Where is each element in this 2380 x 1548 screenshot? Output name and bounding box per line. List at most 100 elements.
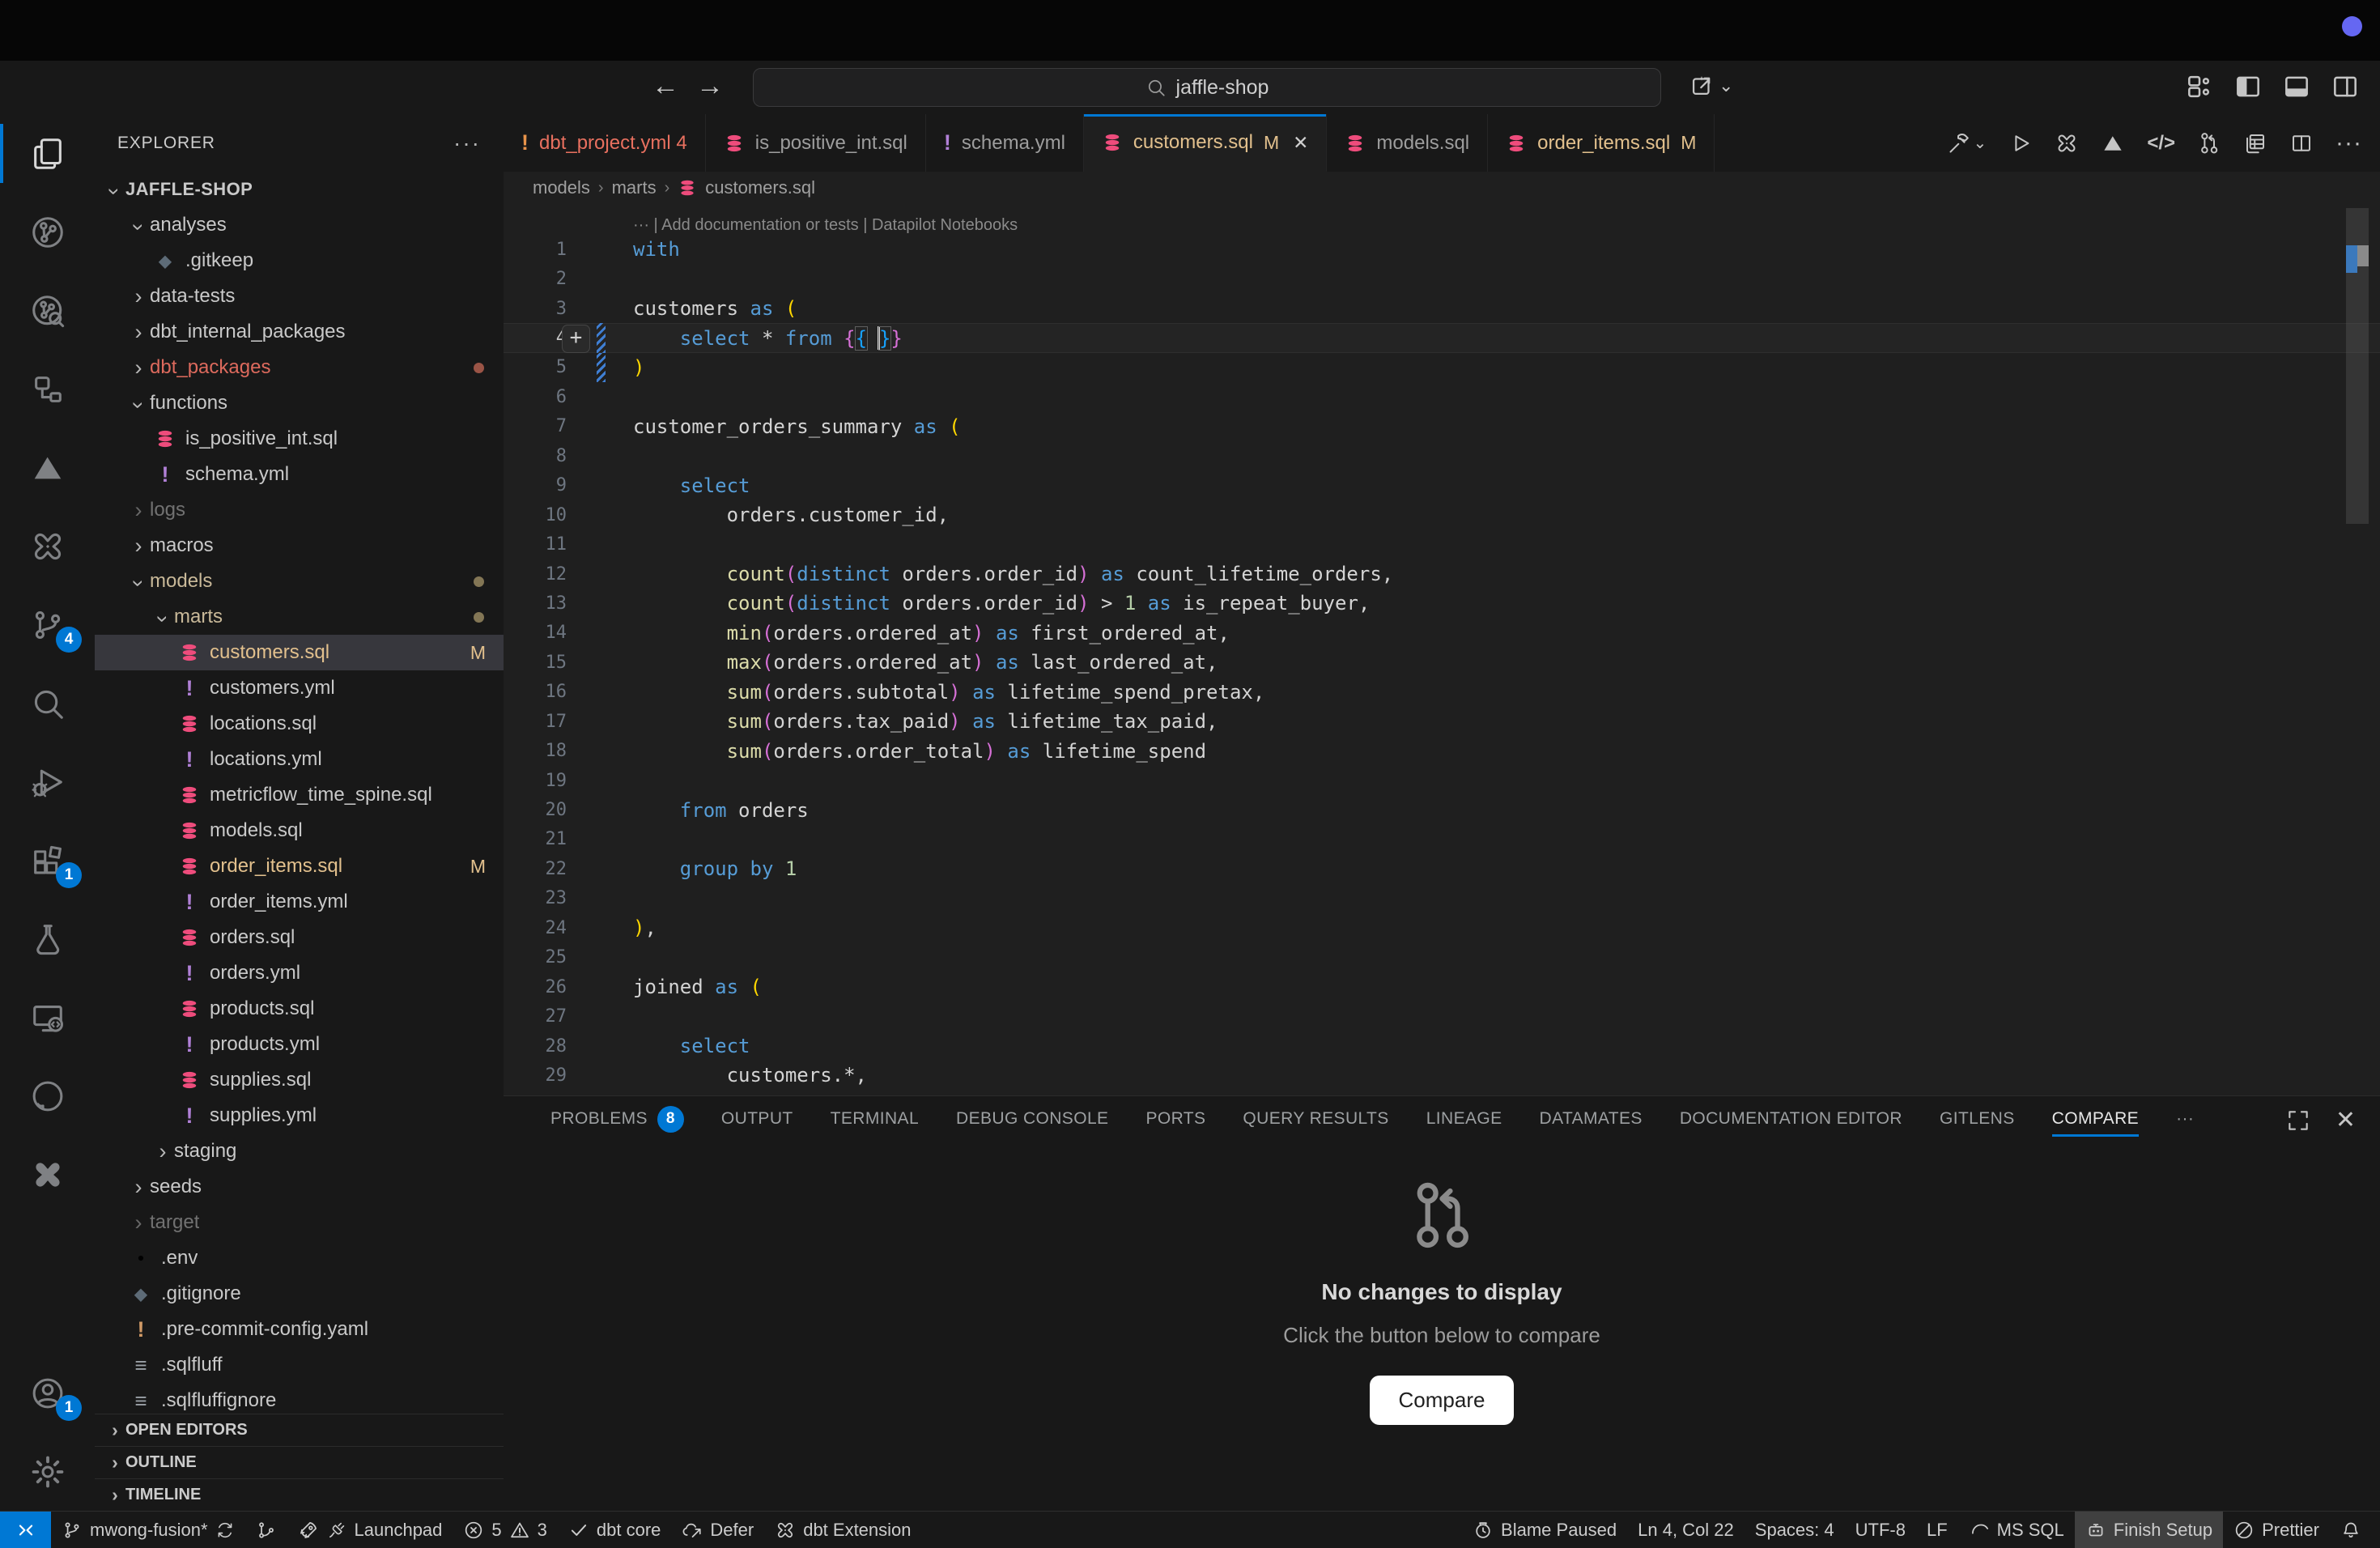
add-action-button[interactable]: + — [562, 325, 590, 353]
share-button[interactable]: ⌄ — [1688, 72, 1733, 100]
code-line-5[interactable]: 5) — [504, 353, 2380, 382]
status-git-graph[interactable] — [245, 1512, 287, 1548]
customize-layout-button[interactable] — [2184, 71, 2215, 102]
section-outline[interactable]: ›OUTLINE — [95, 1446, 504, 1478]
panel-tab-lineage[interactable]: LINEAGE — [1426, 1096, 1502, 1142]
section-open-editors[interactable]: ›OPEN EDITORS — [95, 1414, 504, 1446]
tab-dbt-project-yml-4[interactable]: !dbt_project.yml 4 — [504, 114, 706, 172]
tree-item-supplies-yml[interactable]: !supplies.yml — [95, 1098, 504, 1133]
tree-item-products-yml[interactable]: !products.yml — [95, 1027, 504, 1062]
tree-item--sqlfluff[interactable]: ≡.sqlfluff — [95, 1347, 504, 1383]
activity-item-settings[interactable] — [0, 1432, 95, 1511]
tree-item-is-positive-int-sql[interactable]: is_positive_int.sql — [95, 421, 504, 457]
tree-item--env[interactable]: .env — [95, 1240, 504, 1276]
code-line-10[interactable]: 10 orders.customer_id, — [504, 500, 2380, 529]
status-prettier[interactable]: Prettier — [2223, 1512, 2330, 1548]
status-encoding[interactable]: UTF-8 — [1845, 1512, 1916, 1548]
tree-item--pre-commit-config-yaml[interactable]: !.pre-commit-config.yaml — [95, 1312, 504, 1347]
toggle-sidebar-button[interactable] — [2233, 71, 2263, 102]
tree-item-jaffle-shop[interactable]: ›JAFFLE-SHOP — [95, 172, 504, 207]
code-line-13[interactable]: 13 count(distinct orders.order_id) > 1 a… — [504, 589, 2380, 618]
tree-item-customers-yml[interactable]: !customers.yml — [95, 670, 504, 706]
code-line-29[interactable]: 29 customers.*, — [504, 1061, 2380, 1090]
tree-item-schema-yml[interactable]: !schema.yml — [95, 457, 504, 492]
tree-item--gitignore[interactable]: ◆.gitignore — [95, 1276, 504, 1312]
tree-item-analyses[interactable]: ›analyses — [95, 207, 504, 243]
code-line-9[interactable]: 9 select — [504, 471, 2380, 500]
tree-item-order-items-yml[interactable]: !order_items.yml — [95, 884, 504, 920]
breadcrumb-item-models[interactable]: models — [533, 177, 590, 198]
panel-tab-compare[interactable]: COMPARE — [2052, 1096, 2139, 1142]
code-line-25[interactable]: 25 — [504, 943, 2380, 972]
close-panel-button[interactable]: ✕ — [2335, 1106, 2356, 1134]
panel-tab-query-results[interactable]: QUERY RESULTS — [1243, 1096, 1388, 1142]
tree-item-dbt-packages[interactable]: ›dbt_packages — [95, 350, 504, 385]
tree-item-models-sql[interactable]: models.sql — [95, 813, 504, 848]
panel-tab-ports[interactable]: PORTS — [1145, 1096, 1205, 1142]
status-dbt-extension[interactable]: dbt Extension — [764, 1512, 921, 1548]
tree-item-locations-sql[interactable]: locations.sql — [95, 706, 504, 742]
status-branch[interactable]: mwong-fusion* — [51, 1512, 245, 1548]
panel-tab--[interactable]: ··· — [2176, 1096, 2194, 1142]
code-line-8[interactable]: 8 — [504, 441, 2380, 470]
panel-tab-problems[interactable]: PROBLEMS8 — [550, 1096, 684, 1142]
code-line-23[interactable]: 23 — [504, 884, 2380, 913]
status-defer[interactable]: Defer — [671, 1512, 764, 1548]
panel-tab-debug-console[interactable]: DEBUG CONSOLE — [956, 1096, 1108, 1142]
status-remote[interactable] — [0, 1512, 51, 1548]
status-eol[interactable]: LF — [1916, 1512, 1958, 1548]
code-line-7[interactable]: 7customer_orders_summary as ( — [504, 412, 2380, 441]
breadcrumb-item-marts[interactable]: marts — [612, 177, 657, 198]
tab-is-positive-int-sql[interactable]: is_positive_int.sql — [706, 114, 926, 172]
tree-item--gitkeep[interactable]: ◆.gitkeep — [95, 243, 504, 279]
tree-item-marts[interactable]: ›marts — [95, 599, 504, 635]
more-actions-button[interactable]: ··· — [2335, 130, 2362, 157]
tab-order-items-sql[interactable]: order_items.sqlM — [1488, 114, 1715, 172]
dbt-action-button[interactable] — [2055, 131, 2079, 155]
code-line-28[interactable]: 28 select — [504, 1031, 2380, 1061]
code-line-18[interactable]: 18 sum(orders.order_total) as lifetime_s… — [504, 736, 2380, 765]
panel-tab-terminal[interactable]: TERMINAL — [831, 1096, 919, 1142]
status-finish-setup[interactable]: Finish Setup — [2075, 1512, 2223, 1548]
tree-item-order-items-sql[interactable]: order_items.sqlM — [95, 848, 504, 884]
panel-tab-datamates[interactable]: DATAMATES — [1540, 1096, 1643, 1142]
status-problems[interactable]: 53 — [453, 1512, 558, 1548]
tab-schema-yml[interactable]: !schema.yml — [926, 114, 1084, 172]
activity-item-search[interactable] — [0, 664, 95, 742]
activity-item-source-control[interactable]: 4 — [0, 585, 95, 664]
code-line-19[interactable]: 19 — [504, 766, 2380, 795]
activity-item-github[interactable] — [0, 1057, 95, 1135]
maximize-panel-button[interactable] — [2285, 1106, 2311, 1134]
code-line-6[interactable]: 6 — [504, 382, 2380, 411]
tree-item-macros[interactable]: ›macros — [95, 528, 504, 563]
git-compare-button[interactable] — [2197, 131, 2221, 155]
compare-button[interactable]: Compare — [1370, 1376, 1515, 1425]
run-button[interactable] — [2008, 131, 2033, 155]
status-launchpad[interactable]: Launchpad — [287, 1512, 453, 1548]
status-cursor-position[interactable]: Ln 4, Col 22 — [1627, 1512, 1745, 1548]
tree-item-seeds[interactable]: ›seeds — [95, 1169, 504, 1205]
compile-sql-button[interactable]: </> — [2147, 132, 2175, 155]
section-timeline[interactable]: ›TIMELINE — [95, 1478, 504, 1511]
activity-item-remote-explorer[interactable] — [0, 978, 95, 1057]
tree-item-customers-sql[interactable]: customers.sqlM — [95, 635, 504, 670]
code-editor[interactable]: models›marts›customers.sql ··· | Add doc… — [504, 172, 2380, 1095]
activity-item-testing[interactable] — [0, 899, 95, 978]
status-indentation[interactable]: Spaces: 4 — [1745, 1512, 1845, 1548]
code-line-26[interactable]: 26joined as ( — [504, 972, 2380, 1002]
status-blame[interactable]: Blame Paused — [1462, 1512, 1627, 1548]
code-line-20[interactable]: 20 from orders — [504, 795, 2380, 824]
tree-item-locations-yml[interactable]: !locations.yml — [95, 742, 504, 777]
query-results-button[interactable] — [2243, 131, 2267, 155]
code-line-21[interactable]: 21 — [504, 825, 2380, 854]
code-line-17[interactable]: 17 sum(orders.tax_paid) as lifetime_tax_… — [504, 707, 2380, 736]
code-line-16[interactable]: 16 sum(orders.subtotal) as lifetime_spen… — [504, 678, 2380, 707]
activity-item-git-graph-circle[interactable] — [0, 193, 95, 271]
activity-item-git-graph-search[interactable] — [0, 271, 95, 350]
back-button[interactable]: ← — [648, 70, 683, 102]
panel-tab-documentation-editor[interactable]: DOCUMENTATION EDITOR — [1680, 1096, 1902, 1142]
toggle-panel-button[interactable] — [2281, 71, 2312, 102]
activity-item-datapilot[interactable] — [0, 428, 95, 507]
status-dbt-core[interactable]: dbt core — [558, 1512, 672, 1548]
code-line-3[interactable]: 3customers as ( — [504, 294, 2380, 323]
